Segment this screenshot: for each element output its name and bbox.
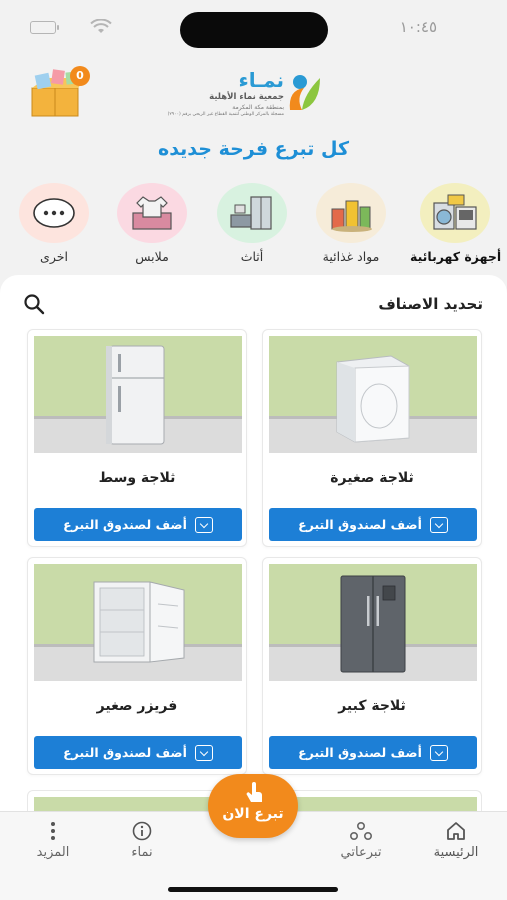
hand-tap-icon — [246, 782, 262, 802]
donate-now-button[interactable]: تبرع الان — [208, 774, 298, 838]
product-card[interactable]: ثلاجة صغيرة أضف لصندوق التبرع — [262, 329, 482, 547]
category-clothes[interactable]: ملابس — [107, 183, 197, 264]
search-icon[interactable] — [22, 292, 46, 316]
category-label: اخرى — [40, 249, 68, 264]
nav-label: نماء — [131, 845, 153, 860]
button-label: أضف لصندوق التبرع — [63, 745, 187, 760]
groceries-icon — [316, 183, 386, 243]
button-label: أضف لصندوق التبرع — [298, 517, 422, 532]
cart-count-badge: 0 — [70, 66, 90, 86]
small-fridge-image — [269, 336, 477, 453]
logo-subtitle: جمعية نماء الأهلية — [209, 92, 284, 102]
product-name: فريزر صغير — [96, 698, 178, 714]
category-label: أثاث — [240, 249, 264, 264]
nav-label: المزيد — [36, 845, 70, 860]
logo-mark-icon — [289, 75, 320, 110]
products-panel: تحديد الاصناف ثلاجة صغيرة أضف لصندوق الت… — [0, 275, 507, 821]
logo-registration: مسجلة بالمركز الوطني لتنمية القطاع غير ا… — [167, 112, 284, 117]
product-name: ثلاجة وسط — [98, 470, 176, 486]
home-icon — [447, 822, 465, 840]
home-indicator — [168, 887, 338, 892]
status-time: ١٠:٤٥ — [399, 18, 437, 36]
button-label: أضف لصندوق التبرع — [298, 745, 422, 760]
more-vertical-icon — [51, 822, 55, 840]
category-label: أجهزة كهربائية — [410, 249, 502, 264]
nav-namaa[interactable]: نماء — [102, 820, 182, 860]
category-other[interactable]: اخرى — [9, 183, 99, 264]
download-box-icon — [194, 516, 213, 533]
donations-icon — [349, 821, 373, 841]
large-fridge-image — [269, 564, 477, 681]
info-icon — [132, 821, 152, 841]
category-groceries[interactable]: مواد غذائية — [306, 183, 396, 264]
product-card[interactable]: ثلاجة وسط أضف لصندوق التبرع — [27, 329, 247, 547]
appliances-icon — [420, 183, 490, 243]
category-label: ملابس — [135, 249, 169, 264]
more-icon — [19, 183, 89, 243]
nav-my-donations[interactable]: تبرعاتي — [321, 820, 401, 860]
download-box-icon — [429, 516, 448, 533]
nav-label: الرئيسية — [433, 845, 479, 860]
clothes-icon — [117, 183, 187, 243]
panel-title: تحديد الاصناف — [378, 295, 483, 313]
logo-name: نمـاء — [238, 68, 285, 92]
medium-fridge-image — [34, 336, 242, 453]
button-label: أضف لصندوق التبرع — [63, 517, 187, 532]
product-card[interactable]: ثلاجة كبير أضف لصندوق التبرع — [262, 557, 482, 775]
add-to-donation-box-button[interactable]: أضف لصندوق التبرع — [269, 508, 477, 541]
nav-more[interactable]: المزيد — [13, 820, 93, 860]
small-freezer-image — [34, 564, 242, 681]
namaa-logo: نمـاء جمعية نماء الأهلية بمنطقة مكة المك… — [168, 68, 324, 120]
battery-icon — [30, 21, 59, 34]
category-furniture[interactable]: أثاث — [207, 183, 297, 264]
category-label: مواد غذائية — [322, 249, 380, 264]
add-to-donation-box-button[interactable]: أضف لصندوق التبرع — [34, 508, 242, 541]
download-box-icon — [429, 744, 448, 761]
category-appliances[interactable]: أجهزة كهربائية — [410, 183, 502, 264]
donate-now-label: تبرع الان — [222, 806, 284, 822]
download-box-icon — [194, 744, 213, 761]
add-to-donation-box-button[interactable]: أضف لصندوق التبرع — [34, 736, 242, 769]
camera-notch — [180, 12, 328, 48]
product-card[interactable]: فريزر صغير أضف لصندوق التبرع — [27, 557, 247, 775]
nav-label: تبرعاتي — [340, 845, 382, 860]
nav-home[interactable]: الرئيسية — [416, 820, 496, 860]
product-name: ثلاجة صغيرة — [330, 470, 414, 486]
add-to-donation-box-button[interactable]: أضف لصندوق التبرع — [269, 736, 477, 769]
logo-region: بمنطقة مكة المكرمة — [232, 104, 284, 111]
category-bar: أجهزة كهربائية مواد غذائية أثاث ملابس اخ… — [0, 183, 507, 273]
tagline: كل تبرع فرحة جديده — [157, 138, 349, 160]
status-bar: ١٠:٤٥ — [0, 0, 507, 58]
furniture-icon — [217, 183, 287, 243]
product-name: ثلاجة كبير — [338, 698, 406, 714]
wifi-icon — [90, 19, 112, 33]
